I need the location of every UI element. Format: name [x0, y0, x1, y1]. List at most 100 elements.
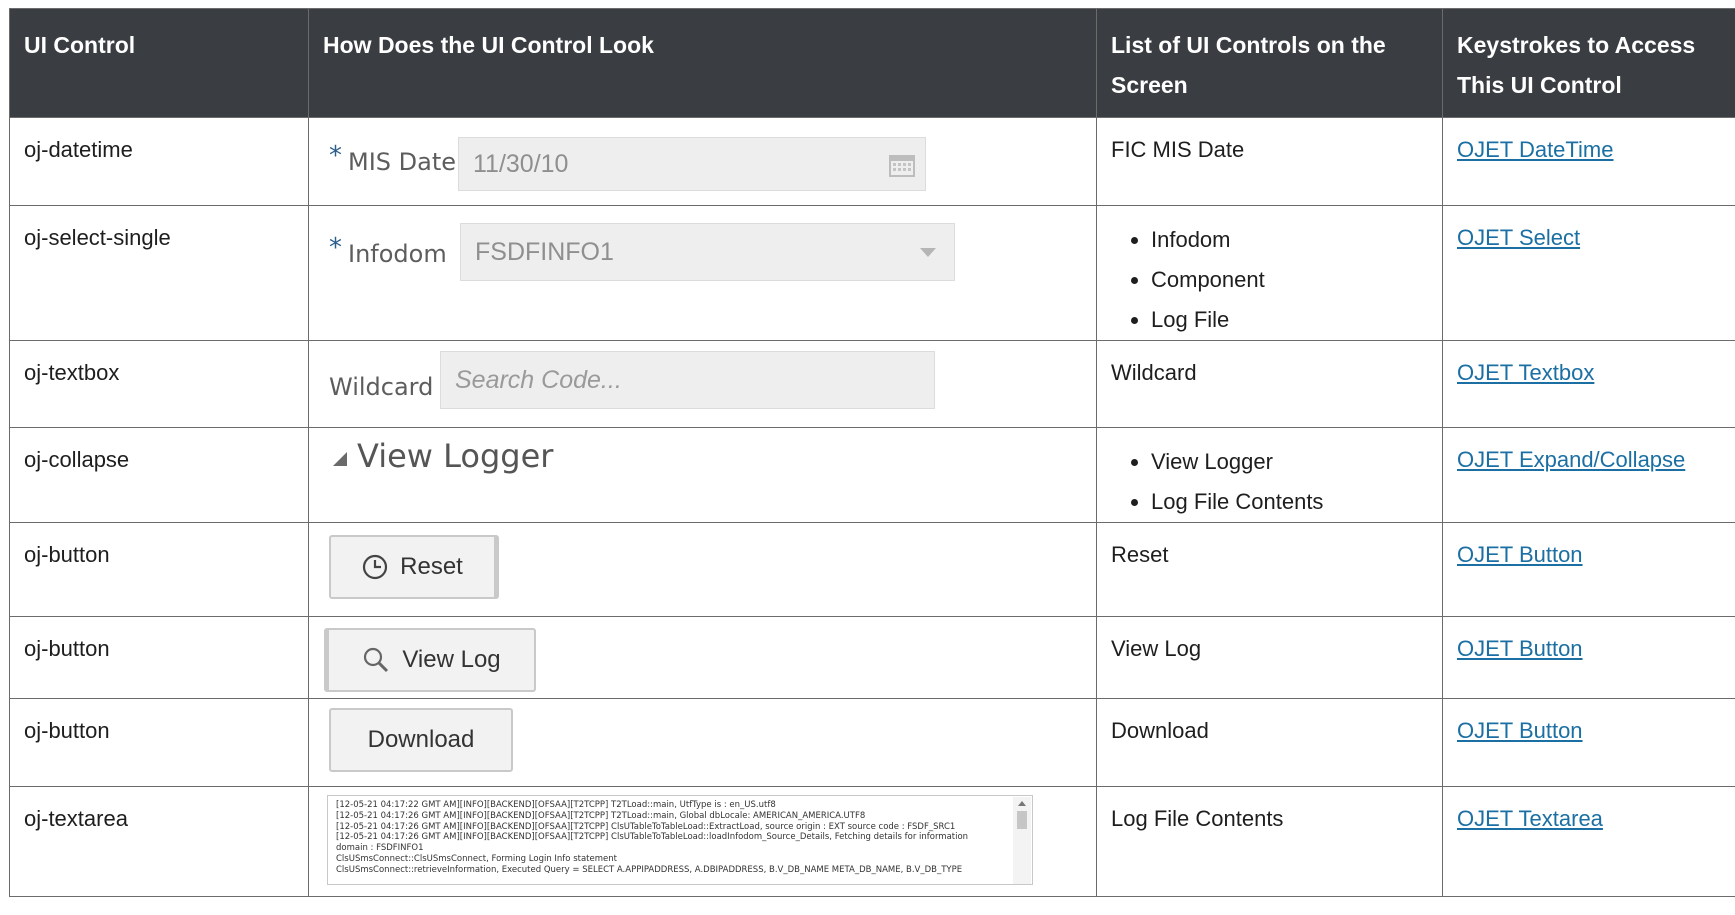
control-list: View Logger Log File Contents: [1096, 427, 1443, 523]
log-line: [12-05-21 04:17:26 GMT AM][INFO][BACKEND…: [336, 810, 866, 821]
keystroke-link[interactable]: OJET Select: [1457, 225, 1580, 250]
control-bullet-list: View Logger Log File Contents: [1111, 442, 1428, 522]
control-name: oj-select-single: [9, 205, 309, 341]
keystroke-cell: OJET Button: [1442, 616, 1735, 699]
list-item: View Log: [1111, 636, 1202, 661]
control-preview: * MIS Date 11/30/10: [308, 117, 1097, 206]
control-bullet-list: Infodom Component Log File: [1111, 220, 1428, 340]
keystroke-link[interactable]: OJET Button: [1457, 718, 1583, 743]
list-item: Log File: [1151, 300, 1428, 340]
keystroke-link[interactable]: OJET Expand/Collapse: [1457, 447, 1685, 472]
list-item: Log File Contents: [1111, 806, 1284, 831]
header-how-look: How Does the UI Control Look: [308, 8, 1097, 118]
control-preview: * Infodom FSDFINFO1: [308, 205, 1097, 341]
control-list: Log File Contents: [1096, 786, 1443, 897]
control-list: Reset: [1096, 522, 1443, 617]
view-log-button[interactable]: View Log: [324, 628, 536, 692]
log-line: [12-05-21 04:17:22 GMT AM][INFO][BACKEND…: [336, 800, 776, 810]
button-label: Reset: [400, 553, 463, 580]
chevron-down-icon[interactable]: [920, 248, 936, 257]
infodom-select[interactable]: FSDFINFO1: [460, 223, 955, 281]
table-row: oj-datetime * MIS Date 11/30/10 FIC MIS …: [9, 117, 1735, 206]
header-keystrokes: Keystrokes to Access This UI Control: [1442, 8, 1735, 118]
list-item: FIC MIS Date: [1111, 137, 1245, 162]
select-value: FSDFINFO1: [475, 238, 614, 266]
date-input[interactable]: 11/30/10: [458, 137, 926, 191]
calendar-icon[interactable]: [889, 153, 915, 177]
log-line: [12-05-21 04:17:26 GMT AM][INFO][BACKEND…: [336, 821, 956, 832]
reset-button[interactable]: Reset: [329, 535, 499, 599]
control-name: oj-button: [9, 616, 309, 699]
keystroke-link[interactable]: OJET Textbox: [1457, 360, 1594, 385]
table-row: oj-textbox Wildcard Search Code... Wildc…: [9, 340, 1735, 428]
keystroke-cell: OJET Textbox: [1442, 340, 1735, 428]
wildcard-input[interactable]: Search Code...: [440, 351, 935, 409]
scrollbar-thumb[interactable]: [1017, 811, 1027, 829]
keystroke-cell: OJET Expand/Collapse: [1442, 427, 1735, 523]
list-item: Download: [1111, 718, 1209, 743]
select-widget: * Infodom: [329, 233, 447, 274]
control-list: Wildcard: [1096, 340, 1443, 428]
keystroke-cell: OJET Textarea: [1442, 786, 1735, 897]
scroll-up-arrow-icon[interactable]: [1018, 801, 1026, 806]
control-list: Infodom Component Log File: [1096, 205, 1443, 341]
control-name: oj-textarea: [9, 786, 309, 897]
download-button[interactable]: Download: [329, 708, 513, 772]
keystroke-link[interactable]: OJET Button: [1457, 636, 1583, 661]
table-row: oj-button Reset Reset OJET Button: [9, 522, 1735, 617]
table-row: oj-textarea [12-05-21 04:17:22 GMT AM][I…: [9, 786, 1735, 897]
control-list: FIC MIS Date: [1096, 117, 1443, 206]
control-name: oj-button: [9, 698, 309, 787]
log-line: [12-05-21 04:17:26 GMT AM][INFO][BACKEND…: [336, 832, 969, 843]
collapse-widget[interactable]: View Logger: [329, 438, 553, 474]
table-row: oj-button Download Download OJET Button: [9, 698, 1735, 787]
required-marker: *: [329, 141, 342, 171]
search-icon: [364, 647, 389, 673]
collapse-label: View Logger: [357, 437, 554, 475]
date-value: 11/30/10: [473, 150, 569, 178]
button-label: View Log: [402, 646, 501, 673]
control-preview: Reset: [308, 522, 1097, 617]
field-label: MIS Date: [348, 148, 457, 176]
input-placeholder: Search Code...: [455, 366, 622, 394]
list-item: View Logger: [1151, 442, 1428, 482]
keystroke-cell: OJET Button: [1442, 698, 1735, 787]
keystroke-link[interactable]: OJET Textarea: [1457, 806, 1603, 831]
header-ui-control: UI Control: [9, 8, 309, 118]
header-list-of-controls: List of UI Controls on the Screen: [1096, 8, 1443, 118]
table-row: oj-collapse View Logger View Logger Log …: [9, 427, 1735, 523]
textarea-scrollbar[interactable]: [1013, 797, 1031, 884]
control-name: oj-button: [9, 522, 309, 617]
log-line: domain : FSDFINFO1: [336, 843, 424, 854]
field-label: Infodom: [348, 240, 447, 268]
header-row: UI Control How Does the UI Control Look …: [9, 8, 1735, 118]
control-name: oj-textbox: [9, 340, 309, 428]
textbox-widget: Wildcard: [329, 369, 433, 407]
required-marker: *: [329, 233, 342, 263]
log-line: ClsUSmsConnect::retrieveInformation, Exe…: [336, 864, 963, 875]
control-list: View Log: [1096, 616, 1443, 699]
keystroke-link[interactable]: OJET Button: [1457, 542, 1583, 567]
keystroke-link[interactable]: OJET DateTime: [1457, 137, 1613, 162]
control-preview: View Log: [308, 616, 1097, 699]
list-item: Component: [1151, 260, 1428, 300]
control-preview: Download: [308, 698, 1097, 787]
keystroke-cell: OJET DateTime: [1442, 117, 1735, 206]
table-row: oj-select-single *Infodom FSDFINFO1 Info…: [9, 205, 1735, 341]
keystroke-cell: OJET Select: [1442, 205, 1735, 341]
log-textarea[interactable]: [12-05-21 04:17:22 GMT AM][INFO][BACKEND…: [327, 795, 1033, 885]
control-name: oj-collapse: [9, 427, 309, 523]
list-item: Log File Contents: [1151, 482, 1428, 522]
ui-controls-table: UI Control How Does the UI Control Look …: [9, 8, 1735, 897]
collapse-triangle-icon[interactable]: [329, 450, 349, 468]
datetime-widget: * MIS Date: [329, 141, 457, 182]
control-preview: Wildcard Search Code...: [308, 340, 1097, 428]
list-item: Infodom: [1151, 220, 1428, 260]
control-preview: [12-05-21 04:17:22 GMT AM][INFO][BACKEND…: [308, 786, 1097, 897]
field-label: Wildcard: [329, 373, 434, 401]
button-label: Download: [367, 726, 475, 753]
log-line: ClsUSmsConnect::ClsUSmsConnect, Forming …: [336, 853, 617, 864]
list-item: Reset: [1111, 542, 1169, 567]
control-preview: View Logger: [308, 427, 1097, 523]
list-item: Wildcard: [1111, 360, 1197, 385]
